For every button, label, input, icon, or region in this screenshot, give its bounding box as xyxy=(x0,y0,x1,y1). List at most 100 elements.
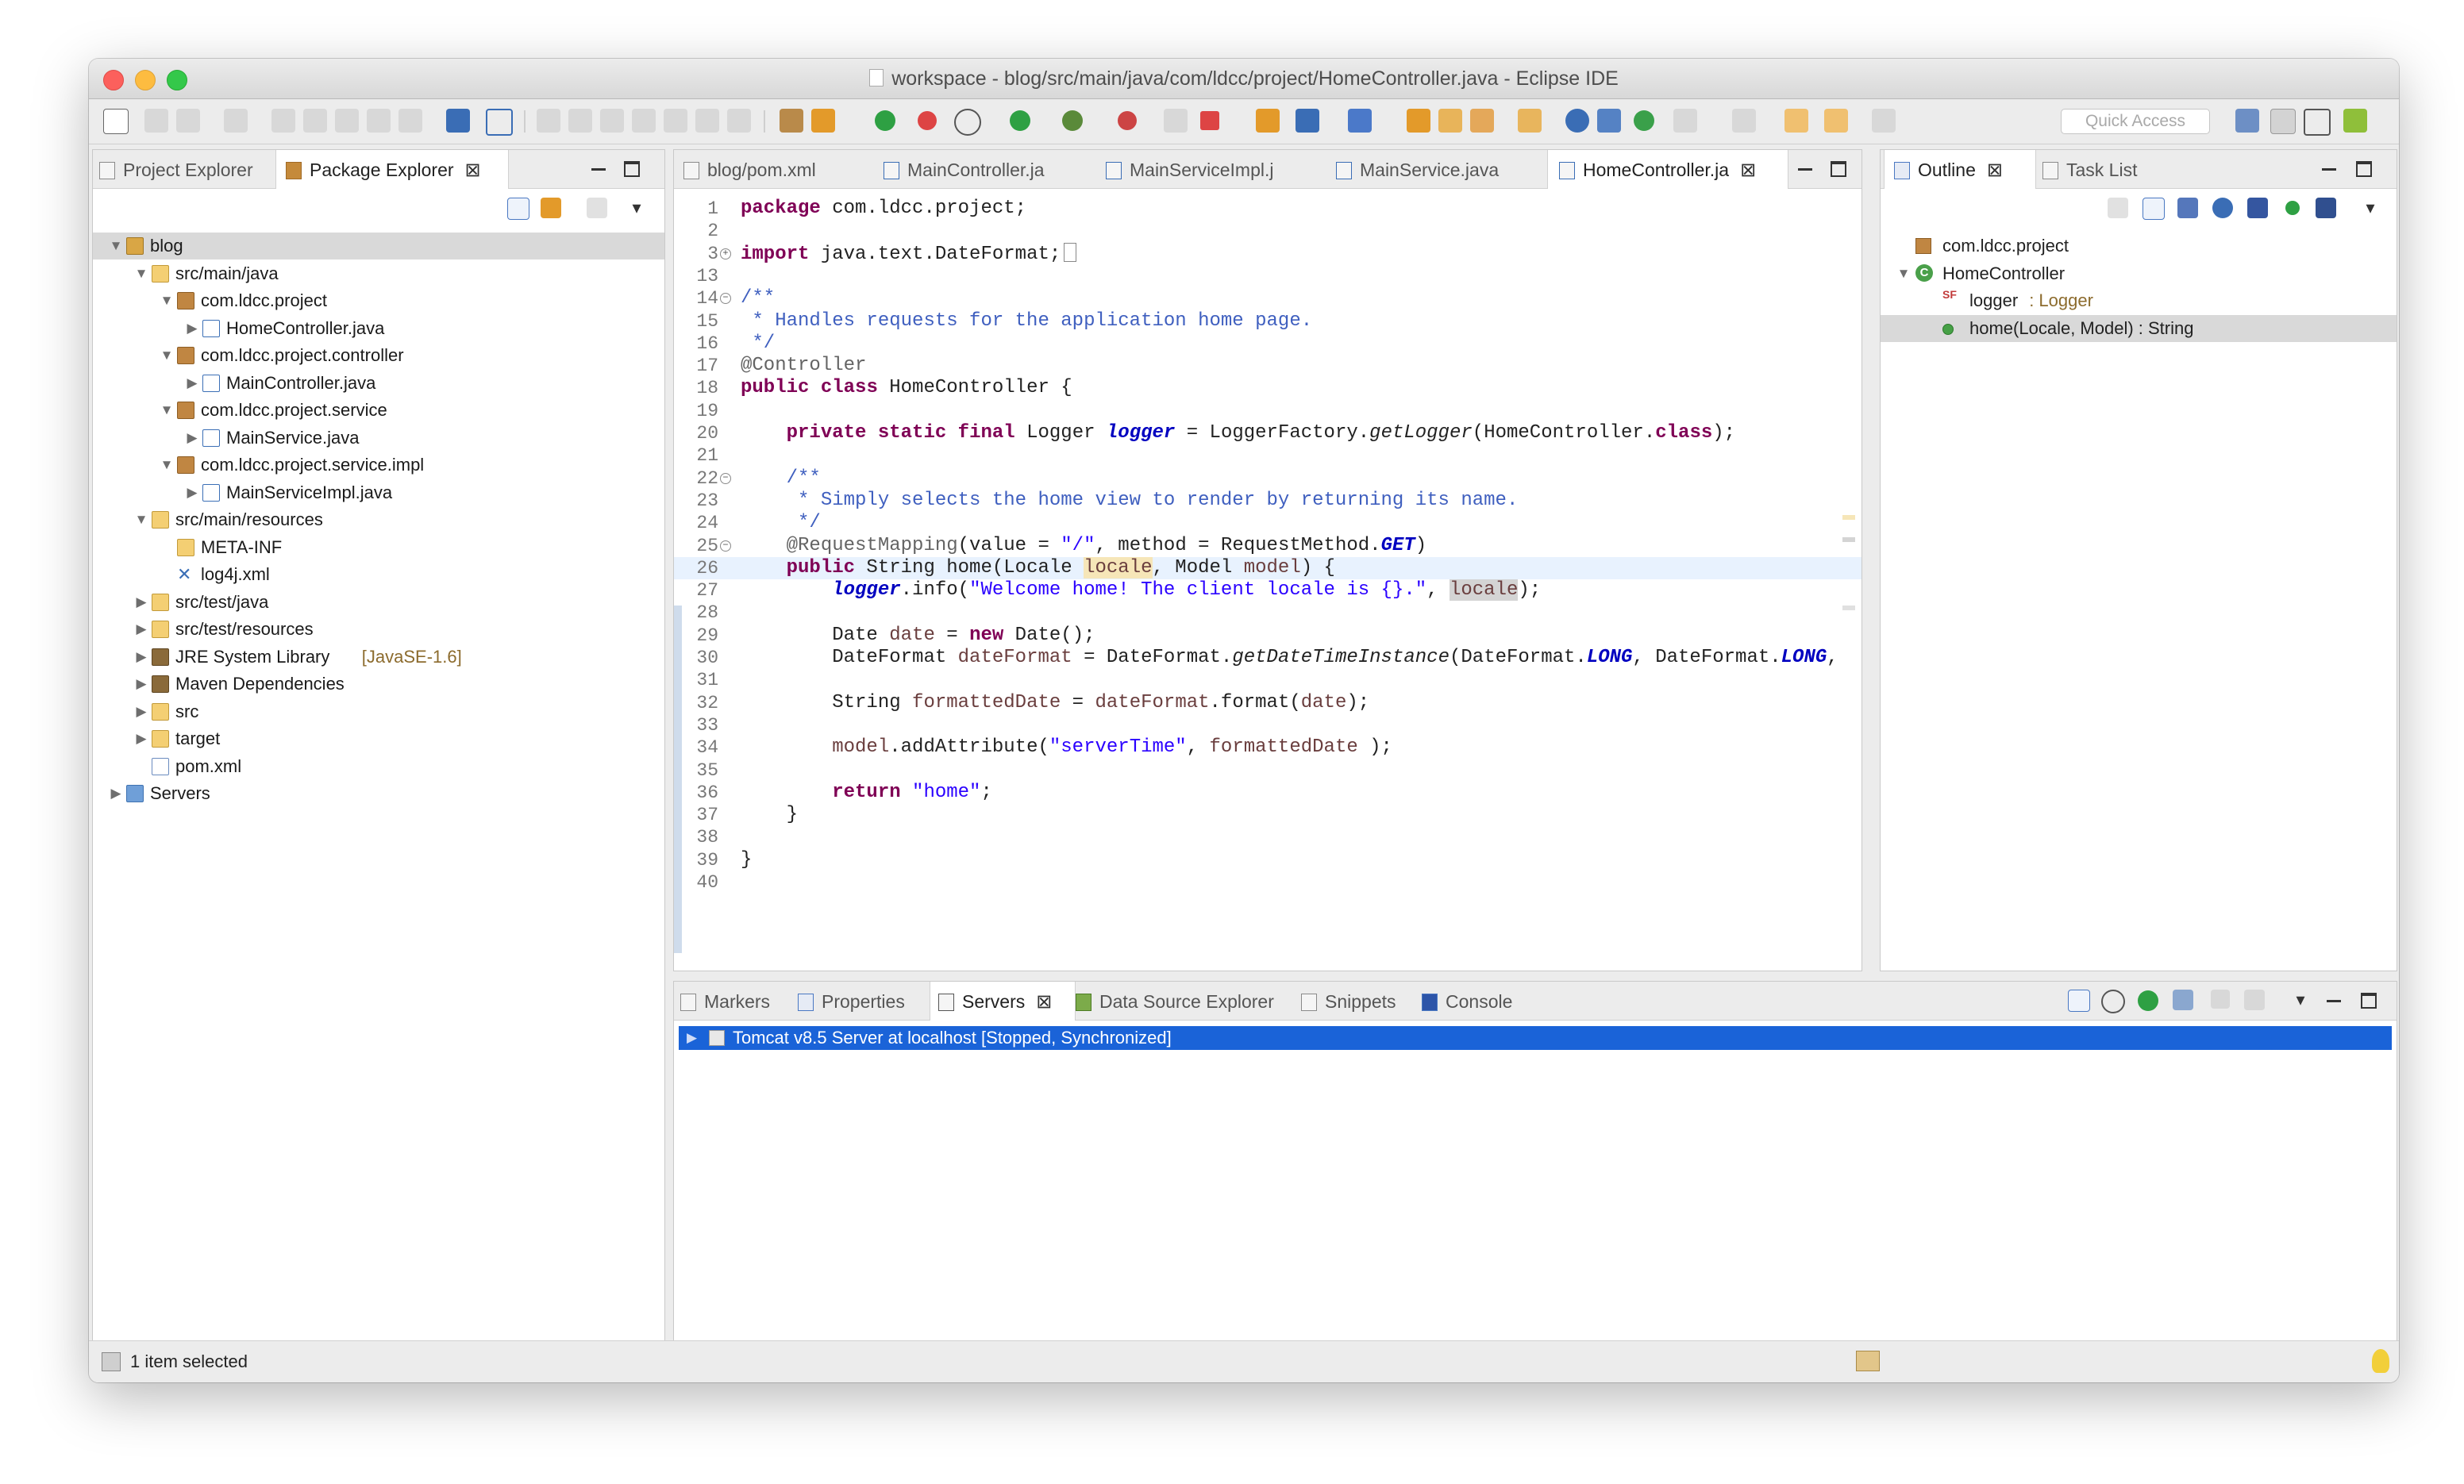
sort-icon[interactable] xyxy=(2177,198,2198,218)
skip-breakpoints-icon[interactable] xyxy=(486,109,513,136)
collapse-twisty-icon[interactable]: ▼ xyxy=(134,506,148,533)
code-line[interactable]: 14−/** xyxy=(674,287,1861,309)
code-line[interactable]: 28 xyxy=(674,602,1861,624)
code-line[interactable]: 18 public class HomeController { xyxy=(674,377,1861,399)
external-tools-icon[interactable] xyxy=(1164,109,1188,133)
code-line[interactable]: 16 */ xyxy=(674,333,1861,355)
hide-non-public-icon[interactable] xyxy=(2285,201,2300,215)
view-menu-button[interactable]: ▾ xyxy=(2289,988,2312,1012)
terminal-icon[interactable] xyxy=(446,109,470,133)
globe-icon[interactable] xyxy=(1565,109,1589,133)
step-over-icon[interactable] xyxy=(695,109,719,133)
collapse-twisty-icon[interactable]: ▼ xyxy=(160,342,174,369)
run-as-icon[interactable] xyxy=(1062,110,1083,131)
search-icon[interactable] xyxy=(1518,109,1542,133)
tree-item[interactable]: ▼ src/main/resources xyxy=(93,506,664,533)
publish-icon[interactable] xyxy=(224,109,248,133)
close-tab-icon[interactable]: ⊠ xyxy=(465,151,481,190)
debug-server-icon[interactable] xyxy=(2101,990,2125,1013)
tip-lightbulb-icon[interactable] xyxy=(2372,1349,2389,1373)
disconnect-icon[interactable] xyxy=(632,109,656,133)
expand-twisty-icon[interactable]: ▶ xyxy=(185,479,199,506)
outline-item[interactable]: ▼ C HomeController xyxy=(1881,260,2397,287)
code-line[interactable]: 36 return "home"; xyxy=(674,782,1861,804)
last-edit-icon[interactable] xyxy=(1784,109,1808,133)
expand-twisty-icon[interactable]: ▶ xyxy=(109,780,123,807)
quick-access-field[interactable]: Quick Access xyxy=(2061,109,2210,134)
start-server-icon[interactable] xyxy=(2138,990,2158,1011)
collapse-all-icon[interactable] xyxy=(2143,198,2165,220)
toggle-icon[interactable] xyxy=(335,109,359,133)
profile-icon[interactable] xyxy=(811,109,835,133)
hide-fields-icon[interactable] xyxy=(2212,198,2233,218)
profile-server-icon[interactable] xyxy=(2173,990,2193,1010)
save-all-icon[interactable] xyxy=(176,109,200,133)
minimize-view-button[interactable] xyxy=(2317,156,2341,180)
mark-icon[interactable] xyxy=(367,109,391,133)
overview-ruler-marker[interactable] xyxy=(1842,537,1855,542)
step-return-icon[interactable] xyxy=(727,109,751,133)
tab-main-service-impl[interactable]: MainServiceImpl.j xyxy=(1106,150,1336,188)
expand-twisty-icon[interactable]: ▶ xyxy=(134,671,148,698)
tree-item[interactable]: ▶ MainController.java xyxy=(93,370,664,397)
new-package-icon[interactable] xyxy=(1296,109,1319,133)
build-icon[interactable] xyxy=(271,109,295,133)
tab-markers[interactable]: Markers xyxy=(680,982,796,1020)
hide-static-icon[interactable] xyxy=(2247,198,2268,218)
minimize-view-button[interactable] xyxy=(2322,988,2346,1012)
expand-twisty-icon[interactable]: ▶ xyxy=(134,698,148,725)
open-folder-icon[interactable] xyxy=(1438,109,1462,133)
tree-item[interactable]: ▶ src/test/resources xyxy=(93,616,664,643)
start-server-icon[interactable] xyxy=(875,110,895,131)
outline-item[interactable]: SF logger : Logger xyxy=(1881,287,2397,314)
open-perspective-icon[interactable] xyxy=(2235,109,2259,133)
view-menu-button[interactable]: ▾ xyxy=(625,196,649,220)
code-line[interactable]: 31 xyxy=(674,669,1861,691)
tab-main-controller[interactable]: MainController.ja xyxy=(884,150,1103,188)
open-task-icon[interactable] xyxy=(1470,109,1494,133)
code-line[interactable]: 3 + import java.text.DateFormat; xyxy=(674,242,1861,265)
code-line[interactable]: 1 package com.ldcc.project; xyxy=(674,198,1861,220)
code-line[interactable]: 21 xyxy=(674,444,1861,467)
code-line[interactable]: 27 logger.info("Welcome home! The client… xyxy=(674,579,1861,602)
code-line[interactable]: 39} xyxy=(674,849,1861,871)
save-icon[interactable] xyxy=(144,109,168,133)
code-line[interactable]: 25− @RequestMapping(value = "/", method … xyxy=(674,535,1861,557)
tab-blog-pom-xml[interactable]: blog/pom.xml xyxy=(683,150,882,188)
pilcrow-icon[interactable] xyxy=(398,109,422,133)
code-line[interactable]: 2 xyxy=(674,220,1861,242)
code-line[interactable]: 30 DateFormat dateFormat = DateFormat.ge… xyxy=(674,647,1861,669)
code-line[interactable]: 33 xyxy=(674,714,1861,736)
tab-snippets[interactable]: Snippets xyxy=(1301,982,1420,1020)
tree-item[interactable]: ▶ MainServiceImpl.java xyxy=(93,479,664,506)
hide-local-types-icon[interactable] xyxy=(2316,198,2336,218)
terminate-icon[interactable] xyxy=(600,109,624,133)
tab-outline[interactable]: Outline ⊠ xyxy=(1884,150,2036,189)
expand-twisty-icon[interactable]: ▶ xyxy=(185,370,199,397)
tree-item[interactable]: ▼ blog xyxy=(93,233,664,260)
tab-data-source-explorer[interactable]: Data Source Explorer xyxy=(1076,982,1299,1020)
maximize-view-button[interactable] xyxy=(620,156,644,180)
collapse-twisty-icon[interactable]: ▼ xyxy=(160,287,174,314)
expand-fold-icon[interactable]: + xyxy=(720,248,731,260)
tree-item[interactable]: ▼ com.ldcc.project.service.impl xyxy=(93,452,664,479)
run-icon[interactable] xyxy=(1010,110,1030,131)
code-line[interactable]: 32 String formattedDate = dateFormat.for… xyxy=(674,692,1861,714)
tab-home-controller[interactable]: HomeController.ja ⊠ xyxy=(1547,150,1788,189)
overview-ruler-marker[interactable] xyxy=(1842,606,1855,610)
collapse-all-icon[interactable] xyxy=(2068,990,2090,1012)
stop-server-icon[interactable] xyxy=(918,111,937,130)
tree-item[interactable]: ▶ src/test/java xyxy=(93,589,664,616)
collapse-twisty-icon[interactable]: ▼ xyxy=(160,397,174,424)
new-icon[interactable] xyxy=(103,109,129,134)
tree-item[interactable]: ▶ src xyxy=(93,698,664,725)
code-line[interactable]: 17 @Controller xyxy=(674,355,1861,377)
code-line[interactable]: 29 Date date = new Date(); xyxy=(674,625,1861,647)
suspend-icon[interactable] xyxy=(568,109,592,133)
minimize-editor-button[interactable] xyxy=(1793,156,1817,180)
code-line[interactable]: 20 private static final Logger logger = … xyxy=(674,422,1861,444)
tree-item[interactable]: ▶ Maven Dependencies xyxy=(93,671,664,698)
tab-console[interactable]: Console xyxy=(1422,982,1538,1020)
new-class-icon[interactable] xyxy=(1348,109,1372,133)
expand-twisty-icon[interactable]: ▶ xyxy=(134,589,148,616)
